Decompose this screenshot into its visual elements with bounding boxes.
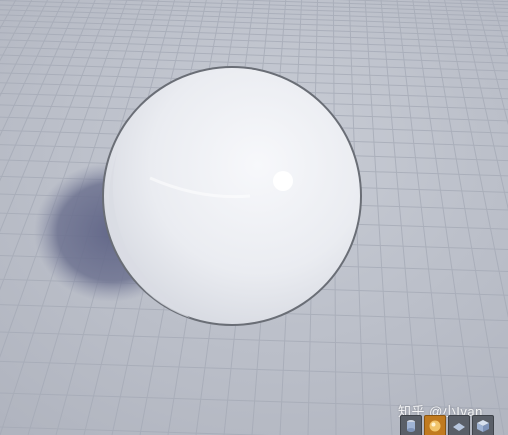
preview-cylinder-button[interactable] [400, 415, 422, 435]
preview-sphere-button[interactable] [424, 415, 446, 435]
preview-shape-toolbar [400, 414, 494, 435]
preview-plane-button[interactable] [448, 415, 470, 435]
sphere-icon [429, 420, 441, 431]
cylinder-icon [407, 419, 415, 432]
viewport-canvas [0, 0, 508, 435]
sphere-specular-highlight [273, 171, 293, 191]
preview-cube-button[interactable] [472, 415, 494, 435]
cube-icon [477, 419, 489, 432]
preview-sphere [102, 66, 362, 326]
plane-icon [453, 422, 465, 431]
material-preview-viewport[interactable]: 知乎 @小Ivan [0, 0, 508, 435]
